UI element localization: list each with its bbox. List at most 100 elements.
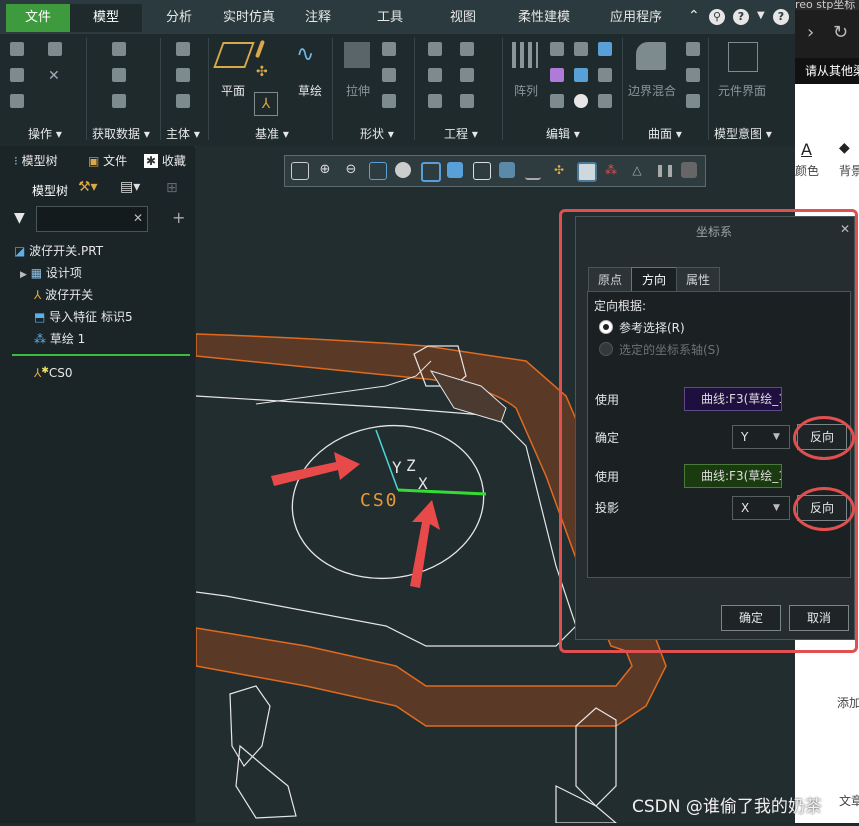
group-engineering[interactable]: 工程 ▾ bbox=[444, 125, 478, 142]
regen-icon[interactable] bbox=[10, 68, 24, 82]
use1-reference-field[interactable]: 曲线:F3(草绘_1 bbox=[684, 387, 782, 411]
filter-icon[interactable]: ▼ bbox=[14, 210, 25, 226]
dialog-close-icon[interactable]: ✕ bbox=[840, 222, 850, 236]
group-edit[interactable]: 编辑 ▾ bbox=[546, 125, 580, 142]
spin-center-icon[interactable] bbox=[577, 162, 597, 182]
freestyle-icon[interactable] bbox=[686, 94, 700, 108]
forward-icon[interactable]: › bbox=[807, 22, 814, 43]
tree-item-body[interactable]: ⅄ 波仔开关 bbox=[34, 286, 93, 303]
boolean-icon[interactable] bbox=[176, 94, 190, 108]
group-model-intent[interactable]: 模型意图 ▾ bbox=[714, 125, 772, 142]
measure-icon[interactable] bbox=[10, 42, 24, 56]
solidify-icon[interactable] bbox=[598, 94, 612, 108]
style-icon[interactable] bbox=[686, 68, 700, 82]
project-icon[interactable] bbox=[598, 42, 612, 56]
intersect-icon[interactable] bbox=[550, 94, 564, 108]
coordinate-system-icon[interactable]: ⅄ bbox=[254, 92, 278, 116]
component-interface-icon[interactable] bbox=[728, 42, 758, 72]
settings-icon[interactable]: ? bbox=[773, 9, 789, 25]
add-label[interactable]: 添加 bbox=[837, 694, 859, 711]
zoom-out-icon[interactable]: ⊖ bbox=[343, 162, 359, 178]
perspective-icon[interactable] bbox=[473, 162, 491, 180]
radio-reference-label[interactable]: 参考选择(R) bbox=[619, 319, 685, 336]
body-icon[interactable] bbox=[176, 42, 190, 56]
sketch-icon[interactable]: ∿ bbox=[296, 42, 314, 67]
tree-item-import-feature[interactable]: ⬒ 导入特征 标识5 bbox=[34, 308, 133, 325]
split-body-icon[interactable] bbox=[176, 68, 190, 82]
search-icon[interactable]: ⚲ bbox=[709, 9, 725, 25]
tab-applications[interactable]: 应用程序 bbox=[598, 4, 674, 32]
tree-settings-icon[interactable]: ⚒▾ bbox=[78, 179, 98, 195]
determine-axis-select[interactable]: Y ▼ bbox=[732, 425, 790, 449]
group-body[interactable]: 主体 ▾ bbox=[166, 125, 200, 142]
tab-file[interactable]: 文件 bbox=[6, 4, 70, 32]
use2-reference-field[interactable]: 曲线:F3(草绘_1 bbox=[684, 464, 782, 488]
trim-icon[interactable] bbox=[574, 68, 588, 82]
section-icon[interactable] bbox=[499, 162, 515, 178]
chevron-down-icon[interactable]: ▼ bbox=[757, 10, 765, 21]
tree-columns-icon[interactable]: ⊞ bbox=[166, 180, 178, 196]
revolve-icon[interactable] bbox=[382, 42, 396, 56]
zoom-in-icon[interactable]: ⊕ bbox=[317, 162, 333, 178]
sketch-button[interactable]: 草绘 bbox=[298, 82, 322, 99]
tree-item-cs0[interactable]: ⅄✱CS0 bbox=[34, 366, 73, 380]
plane-icon[interactable] bbox=[213, 42, 255, 68]
offset-icon[interactable] bbox=[598, 68, 612, 82]
group-get-data[interactable]: 获取数据 ▾ bbox=[92, 125, 150, 142]
round-icon[interactable] bbox=[460, 42, 474, 56]
tab-properties[interactable]: 属性 bbox=[676, 267, 720, 293]
project-axis-select[interactable]: X ▼ bbox=[732, 496, 790, 520]
radio-csys-axis[interactable] bbox=[599, 342, 613, 356]
ok-button[interactable]: 确定 bbox=[721, 605, 781, 631]
refit-icon[interactable] bbox=[291, 162, 309, 180]
boundary-blend-icon[interactable] bbox=[636, 42, 666, 70]
component-interface-button[interactable]: 元件界面 bbox=[718, 82, 766, 99]
add-icon[interactable]: + bbox=[172, 208, 185, 227]
saved-orientations-icon[interactable] bbox=[421, 162, 441, 182]
datum-display-icon[interactable]: ✣ bbox=[551, 162, 567, 178]
extend-icon[interactable] bbox=[574, 42, 588, 56]
cancel-button[interactable]: 取消 bbox=[789, 605, 849, 631]
tab-flexible-modeling[interactable]: 柔性建模 bbox=[506, 4, 582, 32]
tab-realtime-sim[interactable]: 实时仿真 bbox=[212, 4, 286, 32]
tab-model[interactable]: 模型 bbox=[70, 4, 142, 32]
user-defined-feature-icon[interactable] bbox=[112, 42, 126, 56]
pause-icon[interactable]: ❚❚ bbox=[655, 162, 675, 178]
rib-icon[interactable] bbox=[460, 94, 474, 108]
tab-annotation[interactable]: 注释 bbox=[292, 4, 344, 32]
tab-tools[interactable]: 工具 bbox=[362, 4, 418, 32]
annotation-display-icon[interactable] bbox=[525, 162, 541, 180]
plane-button[interactable]: 平面 bbox=[221, 82, 245, 99]
chamfer-icon[interactable] bbox=[428, 68, 442, 82]
csys-display-icon[interactable]: ⁂ bbox=[603, 162, 619, 178]
group-surface[interactable]: 曲面 ▾ bbox=[648, 125, 682, 142]
mirror-icon[interactable] bbox=[550, 42, 564, 56]
tree-item-part[interactable]: ◪ 波仔开关.PRT bbox=[14, 242, 103, 259]
tree-show-icon[interactable]: ▤▾ bbox=[120, 179, 140, 195]
display-style-icon[interactable] bbox=[395, 162, 411, 178]
blend-icon[interactable] bbox=[382, 94, 396, 108]
tree-search-input[interactable]: ✕ bbox=[36, 206, 148, 232]
tree-item-sketch[interactable]: ⁂ 草绘 1 bbox=[34, 330, 85, 347]
collapse-ribbon-icon[interactable]: ⌃ bbox=[688, 8, 700, 24]
extrude-icon[interactable] bbox=[344, 42, 370, 68]
boundary-blend-button[interactable]: 边界混合 bbox=[628, 82, 676, 99]
refresh-icon[interactable]: ↻ bbox=[833, 22, 848, 43]
shell-icon[interactable] bbox=[428, 94, 442, 108]
background-label[interactable]: 背景 bbox=[839, 162, 859, 179]
color-label[interactable]: 颜色 bbox=[795, 162, 819, 179]
axis-icon[interactable] bbox=[255, 39, 265, 59]
copy-icon[interactable] bbox=[48, 42, 62, 56]
help-icon[interactable]: ? bbox=[733, 9, 749, 25]
merge-icon[interactable] bbox=[112, 94, 126, 108]
sketch-display-icon[interactable]: △ bbox=[629, 162, 645, 178]
pattern-button[interactable]: 阵列 bbox=[514, 82, 538, 99]
tab-view[interactable]: 视图 bbox=[436, 4, 490, 32]
font-color-icon[interactable]: A bbox=[801, 140, 812, 159]
tab-analysis[interactable]: 分析 bbox=[150, 4, 208, 32]
clear-search-icon[interactable]: ✕ bbox=[133, 211, 143, 225]
radio-csys-axis-label[interactable]: 选定的坐标系轴(S) bbox=[619, 341, 720, 358]
view-manager-icon[interactable] bbox=[447, 162, 463, 178]
repaint-icon[interactable] bbox=[369, 162, 387, 180]
hole-icon[interactable] bbox=[428, 42, 442, 56]
